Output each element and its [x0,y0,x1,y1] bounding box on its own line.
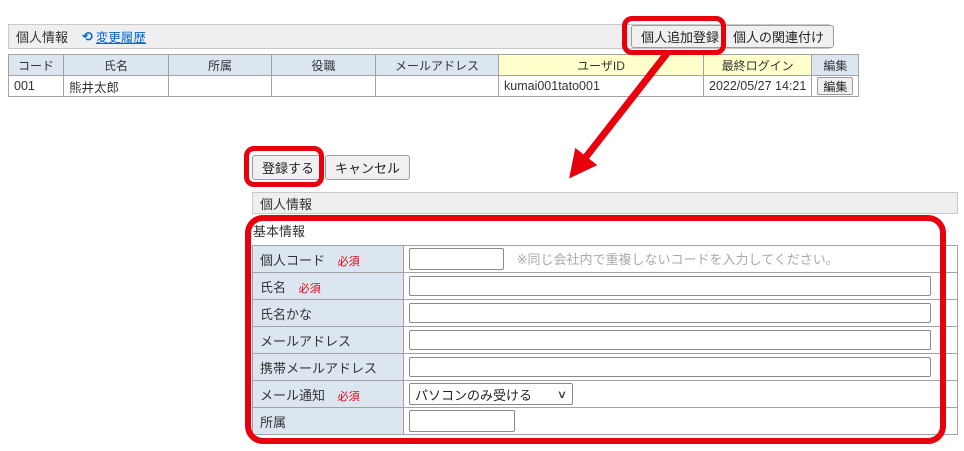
basic-info-form: 個人コード 必須 ※同じ会社内で重複しないコードを入力してください。 氏名 必須… [252,245,958,435]
cell-user-id: kumai001tato001 [499,76,704,97]
col-user-id: ユーザID [499,55,704,76]
form-row-department: 所属 [253,408,958,435]
required-badge: 必須 [338,391,360,403]
add-person-button[interactable]: 個人追加登録 [631,25,729,48]
cell-department [169,76,272,97]
required-badge: 必須 [338,256,360,268]
change-history-link[interactable]: ⟲ 変更履歴 [82,27,146,46]
cell-email [376,76,499,97]
col-department: 所属 [169,55,272,76]
register-button[interactable]: 登録する [252,155,324,180]
name-kana-input[interactable] [409,303,931,323]
history-icon: ⟲ [82,29,93,45]
mail-notify-selected-value: パソコンのみ受ける [415,385,532,404]
page: 個人情報 ⟲ 変更履歴 個人追加登録 個人の関連付け コード 氏名 所属 役職 … [0,0,964,451]
person-list-table: コード 氏名 所属 役職 メールアドレス ユーザID 最終ログイン 編集 001… [8,54,859,97]
name-input[interactable] [409,276,931,296]
relate-person-button[interactable]: 個人の関連付け [723,25,834,48]
label-person-code: 個人コード [260,253,325,268]
cell-code: 001 [9,76,64,97]
label-name: 氏名 [260,280,286,295]
cancel-button[interactable]: キャンセル [325,155,410,180]
col-edit: 編集 [812,55,859,76]
edit-button[interactable]: 編集 [817,77,853,95]
col-name: 氏名 [64,55,169,76]
chevron-down-icon: ∨ [557,388,567,401]
required-badge: 必須 [299,283,321,295]
form-row-name-kana: 氏名かな [253,300,958,327]
cell-position [272,76,376,97]
label-department: 所属 [260,415,286,430]
form-row-name: 氏名 必須 [253,273,958,300]
col-email: メールアドレス [376,55,499,76]
form-row-email: メールアドレス [253,327,958,354]
col-last-login: 最終ログイン [704,55,812,76]
table-row: 001 熊井太郎 kumai001tato001 2022/05/27 14:2… [9,76,859,97]
label-mail-notify: メール通知 [260,388,325,403]
form-panel-title: 個人情報 [260,194,312,213]
cell-name-link[interactable]: 熊井太郎 [64,76,169,97]
form-row-mobile-email: 携帯メールアドレス [253,354,958,381]
mail-notify-select[interactable]: パソコンのみ受ける ∨ [409,383,573,405]
col-position: 役職 [272,55,376,76]
change-history-label: 変更履歴 [96,27,146,46]
label-email: メールアドレス [260,334,351,349]
mobile-email-input[interactable] [409,357,931,377]
department-input[interactable] [409,410,515,432]
person-code-note: ※同じ会社内で重複しないコードを入力してください。 [517,252,839,267]
form-panel-header: 個人情報 [252,192,958,214]
cell-last-login: 2022/05/27 14:21 [704,76,812,97]
table-header-row: コード 氏名 所属 役職 メールアドレス ユーザID 最終ログイン 編集 [9,55,859,76]
person-code-input[interactable] [409,248,504,270]
form-row-code: 個人コード 必須 ※同じ会社内で重複しないコードを入力してください。 [253,246,958,273]
col-code: コード [9,55,64,76]
label-name-kana: 氏名かな [260,307,312,322]
form-row-mail-notify: メール通知 必須 パソコンのみ受ける ∨ [253,381,958,408]
email-input[interactable] [409,330,931,350]
basic-info-group-title: 基本情報 [253,221,305,240]
panel-title: 個人情報 [16,27,68,46]
label-mobile-email: 携帯メールアドレス [260,361,377,376]
